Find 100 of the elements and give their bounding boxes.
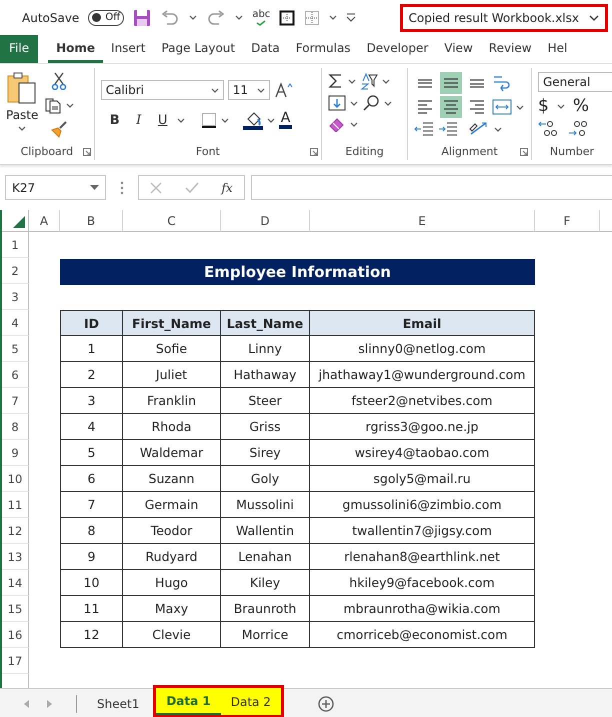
row-header[interactable]: 2 — [2, 258, 29, 284]
grid-border-icon[interactable] — [304, 10, 320, 26]
currency-button[interactable]: $ — [538, 96, 549, 116]
row-header[interactable]: 17 — [2, 648, 29, 674]
spelling-label[interactable]: abc — [252, 10, 270, 20]
search-icon[interactable] — [362, 94, 380, 112]
row-header[interactable]: 15 — [2, 596, 29, 622]
column-header[interactable]: C — [123, 210, 221, 232]
number-format-field[interactable]: General — [538, 72, 612, 92]
row-header[interactable]: 13 — [2, 544, 29, 570]
row-header[interactable]: 4 — [2, 310, 29, 336]
caret-icon[interactable] — [220, 118, 229, 122]
font-style-button[interactable]: U — [152, 112, 173, 128]
row-header[interactable]: 6 — [2, 362, 29, 388]
name-box[interactable]: K27 — [5, 175, 106, 200]
row-header[interactable]: 7 — [2, 388, 29, 414]
ribbon-tab[interactable]: Formulas — [288, 35, 359, 63]
font-size-increase-icon[interactable] — [274, 82, 294, 98]
add-sheet-icon[interactable] — [318, 696, 334, 712]
caret-icon[interactable] — [189, 15, 198, 20]
caret-icon[interactable] — [210, 88, 219, 92]
ribbon-tab[interactable]: Insert — [103, 35, 154, 63]
row-header[interactable]: 12 — [2, 518, 29, 544]
column-header[interactable]: B — [60, 210, 123, 232]
font-style-button[interactable]: B — [104, 112, 125, 128]
row-header[interactable]: 8 — [2, 414, 29, 440]
ribbon-tab[interactable]: Developer — [358, 35, 436, 63]
decrease-indent-icon[interactable] — [414, 121, 434, 137]
decrease-decimal-icon[interactable] — [538, 120, 558, 138]
fill-down-icon[interactable] — [328, 95, 346, 111]
borders-icon[interactable] — [200, 112, 217, 128]
row-header[interactable]: 3 — [2, 284, 29, 310]
more-options-icon[interactable] — [120, 180, 124, 194]
ribbon-tab[interactable]: Hel — [540, 35, 576, 63]
caret-icon[interactable] — [516, 104, 524, 110]
caret-icon[interactable] — [66, 102, 74, 108]
paste-label[interactable]: Paste — [6, 108, 38, 122]
align-center-button[interactable] — [440, 96, 462, 118]
file-tab[interactable]: File — [0, 35, 38, 63]
caret-icon[interactable] — [494, 126, 502, 132]
percent-button[interactable]: % — [572, 96, 589, 116]
select-all-icon[interactable] — [13, 216, 25, 228]
caret-icon[interactable] — [266, 118, 275, 122]
column-header[interactable]: F — [535, 210, 600, 232]
column-header[interactable]: D — [221, 210, 310, 232]
autosave-toggle[interactable]: Off — [88, 10, 124, 26]
checkmark-icon[interactable] — [256, 20, 266, 26]
sheet-tab[interactable]: Sheet1 — [87, 690, 150, 717]
caret-icon[interactable] — [256, 88, 265, 92]
eraser-icon[interactable] — [328, 116, 346, 132]
caret-icon[interactable] — [350, 100, 358, 106]
increase-decimal-icon[interactable] — [568, 120, 588, 138]
caret-icon[interactable] — [556, 104, 565, 108]
scissors-icon[interactable] — [51, 72, 68, 90]
font-size-field[interactable]: 11 — [228, 80, 270, 100]
caret-icon[interactable] — [176, 118, 185, 122]
row-header[interactable]: 9 — [2, 440, 29, 466]
launcher-icon[interactable] — [310, 148, 318, 156]
paintbrush-icon[interactable] — [50, 120, 68, 138]
fill-bucket-icon[interactable] — [242, 110, 263, 130]
caret-icon[interactable] — [18, 126, 26, 131]
clipboard-icon[interactable] — [7, 72, 38, 104]
caret-icon[interactable] — [384, 100, 392, 106]
chevron-down-icon[interactable] — [589, 14, 599, 20]
row-header[interactable]: 5 — [2, 336, 29, 362]
undo-icon[interactable] — [160, 10, 180, 26]
row-header[interactable]: 11 — [2, 492, 29, 518]
sheet-tab[interactable]: Data 1 — [156, 688, 221, 715]
align-middle-button[interactable] — [440, 72, 462, 94]
merge-center-icon[interactable] — [492, 99, 512, 115]
caret-icon[interactable] — [350, 122, 358, 126]
font-name-field[interactable]: Calibri — [100, 80, 224, 100]
column-header[interactable]: A — [29, 210, 60, 232]
save-icon[interactable] — [133, 8, 152, 26]
launcher-icon[interactable] — [82, 148, 91, 156]
caret-icon[interactable] — [235, 15, 244, 20]
insert-function-button[interactable]: fx — [221, 180, 233, 194]
border-icon[interactable] — [279, 10, 296, 26]
redo-icon[interactable] — [206, 10, 226, 26]
ribbon-tab[interactable]: Page Layout — [153, 35, 244, 63]
font-style-button[interactable]: I — [128, 112, 149, 128]
ribbon-tab[interactable]: View — [436, 35, 481, 63]
caret-icon[interactable] — [382, 78, 390, 84]
row-header[interactable]: 16 — [2, 622, 29, 648]
ribbon-tab[interactable]: Review — [480, 35, 540, 63]
row-header[interactable]: 14 — [2, 570, 29, 596]
ribbon-tab[interactable]: Data — [243, 35, 288, 63]
formula-input[interactable] — [251, 175, 612, 200]
copy-icon[interactable] — [44, 96, 62, 114]
caret-icon[interactable] — [329, 15, 338, 20]
caret-icon[interactable] — [90, 185, 99, 190]
sort-filter-icon[interactable] — [360, 72, 378, 90]
increase-indent-icon[interactable] — [438, 121, 458, 137]
sheet-tab[interactable]: Data 2 — [220, 688, 281, 715]
column-header[interactable]: E — [310, 210, 535, 232]
launcher-icon[interactable] — [520, 148, 528, 156]
filename-dropdown[interactable]: Copied result Workbook.xlsx — [400, 4, 608, 32]
checkmark-icon[interactable] — [184, 182, 199, 194]
font-color-button[interactable]: A — [278, 111, 292, 129]
row-header[interactable]: 1 — [2, 232, 29, 258]
